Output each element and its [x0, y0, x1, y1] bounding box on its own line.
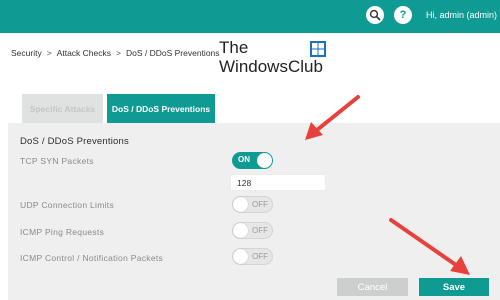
breadcrumb-item-attack-checks[interactable]: Attack Checks — [57, 48, 111, 58]
udp-connection-limits-toggle[interactable]: OFF — [232, 196, 273, 213]
top-bar: ? Hi, admin (admin) ⌄ — [0, 0, 500, 33]
toggle-state-label: OFF — [252, 200, 268, 209]
icmp-control-notification-toggle[interactable]: OFF — [232, 248, 273, 265]
toggle-state-label: OFF — [252, 226, 268, 235]
panel-title: DoS / DDoS Preventions — [20, 136, 129, 147]
tcp-syn-label: TCP SYN Packets — [20, 156, 94, 166]
watermark: The WindowsClub — [219, 38, 329, 78]
breadcrumb-separator: > — [46, 48, 52, 58]
search-icon — [369, 9, 381, 21]
user-menu[interactable]: Hi, admin (admin) ⌄ — [426, 10, 500, 20]
help-icon: ? — [399, 9, 407, 21]
tcp-syn-toggle[interactable]: ON — [232, 152, 273, 169]
udp-connection-limits-label: UDP Connection Limits — [20, 200, 115, 210]
user-menu-label: Hi, admin (admin) — [426, 10, 498, 20]
toggle-knob — [233, 197, 248, 212]
tab-dos-ddos-preventions[interactable]: DoS / DDoS Preventions — [107, 94, 215, 123]
icmp-ping-requests-toggle[interactable]: OFF — [232, 222, 273, 239]
search-button[interactable] — [366, 6, 384, 24]
save-button[interactable]: Save — [419, 278, 489, 296]
watermark-line2: WindowsClub — [219, 57, 323, 76]
cancel-button[interactable]: Cancel — [337, 278, 408, 296]
icmp-ping-requests-label: ICMP Ping Requests — [20, 227, 105, 237]
toggle-state-label: ON — [238, 155, 250, 164]
breadcrumb-item-security[interactable]: Security — [11, 48, 42, 58]
toggle-state-label: OFF — [252, 252, 268, 261]
watermark-line1: The — [219, 38, 249, 57]
toggle-knob — [233, 223, 248, 238]
help-button[interactable]: ? — [394, 6, 412, 24]
icmp-control-notification-label: ICMP Control / Notification Packets — [20, 253, 164, 263]
breadcrumb-item-current: DoS / DDoS Preventions — [125, 48, 220, 58]
tab-specific-attacks[interactable]: Specific Attacks — [22, 94, 103, 123]
tcp-syn-threshold-input[interactable]: 128 — [230, 174, 326, 191]
toggle-knob — [257, 153, 272, 168]
toggle-knob — [233, 249, 248, 264]
windows-logo-icon — [310, 41, 326, 57]
breadcrumb: Security > Attack Checks > DoS / DDoS Preven… — [11, 48, 220, 58]
breadcrumb-separator: > — [116, 48, 121, 58]
